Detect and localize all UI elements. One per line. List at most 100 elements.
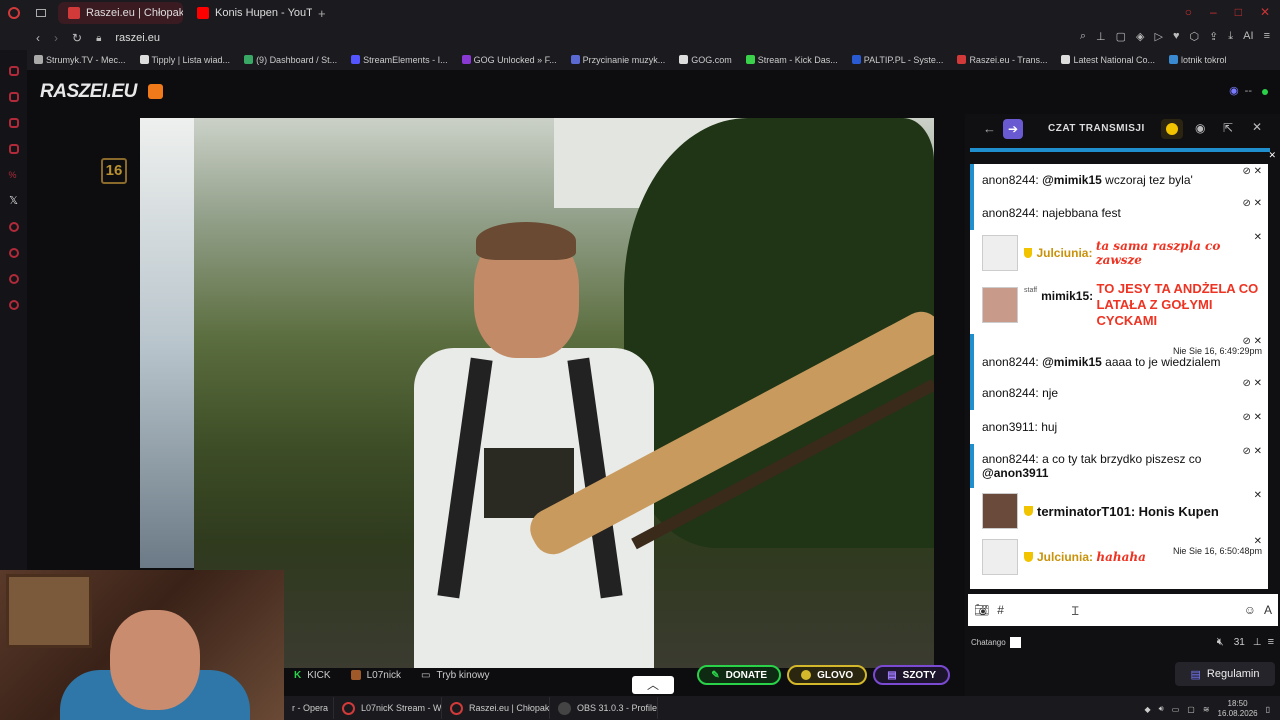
bookmark-item[interactable]: Przycinanie muzyk... xyxy=(570,55,665,65)
reload-icon[interactable]: ↻ xyxy=(72,31,82,45)
sidebar-item-icon[interactable] xyxy=(8,248,19,258)
kick-link[interactable]: K KICK xyxy=(294,670,331,681)
taskbar-item[interactable]: L07nicK Stream - W... xyxy=(334,697,442,719)
bookmark-item[interactable]: lotnik tokrol xyxy=(1169,55,1227,65)
user-avatar[interactable] xyxy=(982,287,1018,323)
expand-up-button[interactable]: ︿ xyxy=(632,676,674,694)
message-user[interactable]: Julciunia: xyxy=(1036,246,1092,260)
chat-messages[interactable]: anon8244: @mimik15 wczoraj tez byla' ⊘ ✕… xyxy=(970,164,1268,589)
opera-logo-icon[interactable] xyxy=(8,7,20,19)
message-close-icon[interactable]: ⊘ ✕ xyxy=(1242,378,1262,389)
user-avatar[interactable] xyxy=(982,493,1018,529)
ai-icon[interactable]: AI xyxy=(1243,30,1253,43)
share-icon[interactable]: ⇪ xyxy=(1209,30,1218,43)
message-mention[interactable]: @mimik15 xyxy=(1042,173,1102,187)
clock[interactable]: 18:50 16.08.2026 xyxy=(1218,699,1258,719)
camera-icon[interactable]: 📷︎ xyxy=(974,603,989,617)
pin-icon[interactable]: ⊥ xyxy=(1253,637,1262,648)
close-overlay-icon[interactable]: ✕ xyxy=(1268,150,1276,161)
sidebar-item-icon[interactable] xyxy=(8,144,19,154)
message-user[interactable]: Julciunia: xyxy=(1037,550,1093,564)
mute-icon[interactable]: 🔇︎ xyxy=(1217,636,1224,649)
video-frame[interactable] xyxy=(194,118,934,668)
search-page-icon[interactable]: ⌕ xyxy=(1080,30,1086,43)
rules-button[interactable]: ▤ Regulamin xyxy=(1175,662,1275,686)
bookmark-item[interactable]: Raszei.eu - Trans... xyxy=(957,55,1047,65)
close-button[interactable]: ✕ xyxy=(1260,5,1270,19)
sidebar-item-icon[interactable] xyxy=(8,274,19,284)
message-mention[interactable]: @anon3911 xyxy=(982,466,1048,480)
dropbox-icon[interactable]: ◆ xyxy=(1145,705,1151,714)
user-avatar[interactable] xyxy=(982,235,1018,271)
chat-input[interactable]: 📷︎ # Ɪ ☺ A xyxy=(968,594,1278,626)
pin-icon[interactable]: ⊥ xyxy=(1096,30,1106,43)
chat-tray-icon[interactable]: ▢ xyxy=(1187,705,1195,714)
message-close-icon[interactable]: ⊘ ✕ xyxy=(1242,446,1262,457)
chatango-brand[interactable]: Chatango xyxy=(971,638,1006,647)
bookmark-item[interactable]: Stream - Kick Das... xyxy=(745,55,838,65)
discord-icon[interactable]: ◉ xyxy=(1195,121,1205,135)
wifi-icon[interactable]: ≋ xyxy=(1203,705,1210,714)
tab-overview-icon[interactable] xyxy=(36,9,46,17)
menu-icon[interactable]: ≡ xyxy=(1264,30,1270,43)
search-icon[interactable]: ○ xyxy=(1185,5,1192,19)
forward-arrow-button[interactable]: ➔ xyxy=(1003,119,1023,139)
back-arrow-icon[interactable]: ← xyxy=(983,121,996,136)
extensions-icon[interactable]: ⬡ xyxy=(1189,30,1199,43)
bookmark-item[interactable]: Strumyk.TV - Mec... xyxy=(34,55,126,65)
shield-icon[interactable]: ◈ xyxy=(1136,30,1144,43)
emoji-icon[interactable]: ☺ xyxy=(1244,603,1256,617)
maximize-button[interactable]: □ xyxy=(1235,5,1242,19)
message-user[interactable]: anon8244: xyxy=(982,386,1039,400)
bookmark-item[interactable]: Latest National Co... xyxy=(1061,55,1155,65)
message-close-icon[interactable]: ⊘ ✕ xyxy=(1242,412,1262,423)
message-user[interactable]: terminatorT101: xyxy=(1037,504,1135,519)
forward-icon[interactable]: › xyxy=(54,31,58,45)
user-link[interactable]: L07nick xyxy=(350,670,401,681)
close-chat-icon[interactable]: ✕ xyxy=(1252,120,1262,134)
bookmark-item[interactable]: (9) Dashboard / St... xyxy=(244,55,337,65)
sidebar-item-icon[interactable] xyxy=(8,66,19,76)
url-field[interactable]: raszei.eu xyxy=(115,32,160,44)
notifications-icon[interactable]: ▯ xyxy=(1266,705,1270,714)
bookmark-item[interactable]: StreamElements - I... xyxy=(351,55,448,65)
download-icon[interactable]: ⤓ xyxy=(1228,30,1233,43)
snapshot-icon[interactable]: ▢ xyxy=(1116,30,1126,43)
glovo-button[interactable]: GLOVO xyxy=(787,665,868,685)
x-icon[interactable]: 𝕏 xyxy=(9,196,19,207)
message-user[interactable]: anon3911: xyxy=(982,420,1038,434)
new-tab-button[interactable]: + xyxy=(318,6,326,21)
message-mention[interactable]: @mimik15 xyxy=(1042,355,1102,369)
bookmark-item[interactable]: PALTIP.PL - Syste... xyxy=(851,55,943,65)
message-user[interactable]: anon8244: xyxy=(982,173,1039,187)
style-icon[interactable]: A xyxy=(1264,603,1272,617)
message-user[interactable]: mimik15: xyxy=(1041,289,1093,303)
network-icon[interactable]: ▭ xyxy=(1172,705,1180,714)
user-avatar[interactable] xyxy=(982,539,1018,575)
minimize-button[interactable]: – xyxy=(1210,5,1217,19)
message-close-icon[interactable]: ✕ xyxy=(1254,490,1262,501)
message-user[interactable]: anon8244: xyxy=(982,355,1039,369)
tab-youtube[interactable]: Konis Hupen - YouTube xyxy=(187,2,312,24)
site-logo[interactable]: RASZEI.EU xyxy=(40,81,137,103)
bookmark-item[interactable]: Tipply | Lista wiad... xyxy=(139,55,230,65)
taskbar-item[interactable]: r - Opera xyxy=(284,697,334,719)
menu-icon[interactable]: ≡ xyxy=(1268,636,1274,648)
message-close-icon[interactable]: ⊘ ✕ xyxy=(1242,166,1262,177)
sidebar-item-icon[interactable] xyxy=(8,92,19,102)
szoty-button[interactable]: ▤ SZOTY xyxy=(873,665,950,685)
sidebar-item-icon[interactable] xyxy=(8,222,19,232)
message-close-icon[interactable]: ⊘ ✕ xyxy=(1242,198,1262,209)
settings-icon[interactable] xyxy=(8,300,19,310)
sidebar-item-icon[interactable]: % xyxy=(9,170,19,180)
taskbar-item[interactable]: Raszei.eu | Chłopak... xyxy=(442,697,550,719)
back-icon[interactable]: ‹ xyxy=(36,31,40,45)
sidebar-item-icon[interactable] xyxy=(8,118,19,128)
kick-badge-icon[interactable] xyxy=(148,84,163,99)
message-close-icon[interactable]: ✕ xyxy=(1254,232,1262,243)
message-user[interactable]: anon8244: xyxy=(982,206,1039,220)
bookmark-item[interactable]: GOG.com xyxy=(679,55,732,65)
bookmark-item[interactable]: GOG Unlocked » F... xyxy=(461,55,557,65)
tab-raszei[interactable]: Raszei.eu | Chłopaki z xyxy=(58,2,183,24)
message-user[interactable]: anon8244: xyxy=(982,452,1039,466)
